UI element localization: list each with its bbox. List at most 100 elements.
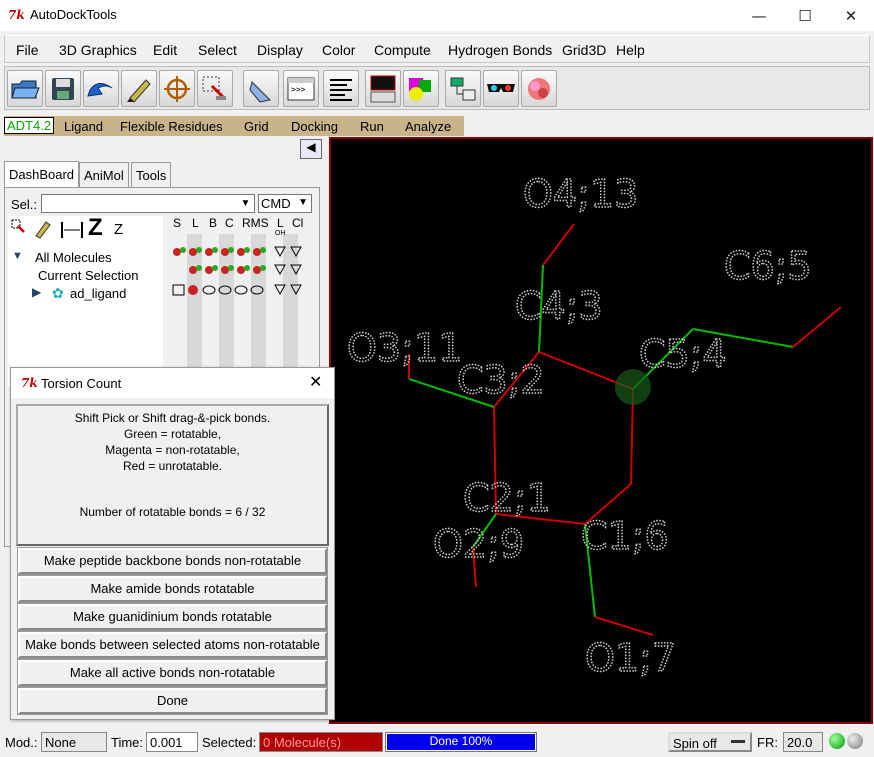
menu-file[interactable]: File xyxy=(16,42,39,58)
python-shell-icon[interactable]: >>> xyxy=(283,70,319,107)
done-button[interactable]: Done xyxy=(17,687,328,715)
chevron-down-icon[interactable]: ▼ xyxy=(237,195,254,212)
bond-o1-h[interactable] xyxy=(594,616,654,636)
dropdown-indicator-icon xyxy=(731,740,745,743)
dialog-title: Torsion Count xyxy=(41,376,122,391)
collapse-panel-icon[interactable]: ◀ xyxy=(300,139,322,159)
tab-analyze[interactable]: Analyze xyxy=(405,119,451,134)
fr-label: FR: xyxy=(757,735,778,750)
3d-viewer[interactable]: O4;13 C6;5 C4;3 O3;11 C5;4 C3;2 C2;1 O2;… xyxy=(329,137,873,724)
col-header-cl[interactable]: Cl xyxy=(292,216,303,230)
col-header-b[interactable]: B xyxy=(209,216,217,230)
dialog-close-button[interactable]: ✕ xyxy=(309,372,322,391)
tab-animol[interactable]: AniMol xyxy=(79,162,129,188)
expand-arrow-icon[interactable]: ▼ xyxy=(12,250,23,262)
green-status-light-icon[interactable] xyxy=(829,733,845,749)
col-header-c[interactable]: C xyxy=(225,216,234,230)
menu-grid3d[interactable]: Grid3D xyxy=(562,42,606,58)
close-button[interactable]: ✕ xyxy=(828,0,874,31)
tab-grid[interactable]: Grid xyxy=(244,119,269,134)
molecule-tree: Z Z ▼ All Molecules Current Selection ▶ … xyxy=(8,214,163,386)
guanidinium-bonds-button[interactable]: Make guanidinium bonds rotatable xyxy=(17,603,328,631)
atom-label-o2: O2;9 xyxy=(433,522,524,566)
time-label: Time: xyxy=(111,735,144,750)
molecule-view: O4;13 C6;5 C4;3 O3;11 C5;4 C3;2 C2;1 O2;… xyxy=(346,171,842,681)
cmd-label: CMD xyxy=(261,196,291,211)
amide-bonds-button[interactable]: Make amide bonds rotatable xyxy=(17,575,328,603)
tree-current-selection[interactable]: Current Selection xyxy=(38,268,138,283)
progress-text: Done 100% xyxy=(429,734,493,748)
menu-hydrogen-bonds[interactable]: Hydrogen Bonds xyxy=(448,42,552,58)
atom-label-o3: O3;11 xyxy=(347,326,462,370)
z-small-label[interactable]: Z xyxy=(114,221,123,238)
menu-display[interactable]: Display xyxy=(257,42,303,58)
fr-field: 20.0 xyxy=(783,732,823,752)
menu-select[interactable]: Select xyxy=(198,42,237,58)
menu-edit[interactable]: Edit xyxy=(153,42,177,58)
atom-label-c4: C4;3 xyxy=(515,284,603,328)
save-icon[interactable] xyxy=(45,70,81,107)
tab-docking[interactable]: Docking xyxy=(291,119,338,134)
tree-all-molecules[interactable]: All Molecules xyxy=(35,250,112,265)
menu-help[interactable]: Help xyxy=(616,42,645,58)
atom-label-o4: O4;13 xyxy=(523,172,638,216)
rotatable-count: Number of rotatable bonds = 6 / 32 xyxy=(79,505,266,519)
hand-icon[interactable] xyxy=(243,70,279,107)
cpk-shapes-icon[interactable] xyxy=(403,70,439,107)
menu-compute[interactable]: Compute xyxy=(374,42,431,58)
col-header-l2[interactable]: L xyxy=(277,216,284,230)
col-header-l[interactable]: L xyxy=(192,216,199,230)
cloud-surface-icon[interactable] xyxy=(521,70,557,107)
tk-logo-icon: 7k xyxy=(8,8,25,22)
info-line: Green = rotatable, xyxy=(123,427,222,441)
torsion-count-dialog: 7k Torsion Count ✕ Shift Pick or Shift d… xyxy=(10,367,335,720)
tab-adt42[interactable]: ADT4.2 xyxy=(4,117,55,134)
atom-label-c5: C5;4 xyxy=(639,332,727,376)
molecule-icon: ✿ xyxy=(52,285,64,301)
undo-icon[interactable] xyxy=(83,70,119,107)
bond-c6-o6[interactable] xyxy=(792,306,842,348)
spin-dropdown[interactable]: Spin off xyxy=(668,732,752,752)
tab-ligand[interactable]: Ligand xyxy=(64,119,103,134)
stereo-glasses-icon[interactable] xyxy=(483,70,519,107)
minimize-button[interactable]: — xyxy=(736,0,782,31)
collapse-arrow-icon[interactable]: ▶ xyxy=(32,285,41,299)
col-header-s[interactable]: S xyxy=(173,216,181,230)
dashboard-columns: S L B C RMS L Cl OH xyxy=(165,216,305,386)
tab-tools[interactable]: Tools xyxy=(131,162,172,188)
z-big-label[interactable]: Z xyxy=(88,214,103,242)
selected-field: 0 Molecule(s) xyxy=(259,732,383,752)
gray-status-light-icon[interactable] xyxy=(847,733,863,749)
tab-run[interactable]: Run xyxy=(360,119,384,134)
tk-logo-icon: 7k xyxy=(21,376,38,390)
pencil-icon[interactable] xyxy=(121,70,157,107)
atom-label-c3: C3;2 xyxy=(457,358,545,402)
title-bar: 7k AutoDockTools — ☐ ✕ xyxy=(0,0,874,31)
tab-dashboard[interactable]: DashBoard xyxy=(4,161,80,188)
selected-label: Selected: xyxy=(202,735,257,750)
monitor-icon[interactable] xyxy=(365,70,401,107)
open-file-icon[interactable] xyxy=(7,70,43,107)
text-lines-icon[interactable] xyxy=(323,70,359,107)
grid-table-icon[interactable] xyxy=(445,70,481,107)
col-header-rms[interactable]: RMS xyxy=(242,216,269,230)
selected-atoms-bonds-button[interactable]: Make bonds between selected atoms non-ro… xyxy=(17,631,328,659)
chevron-down-icon[interactable]: ▼ xyxy=(298,197,308,208)
col-subheader-oh: OH xyxy=(275,230,286,237)
peptide-backbone-button[interactable]: Make peptide backbone bonds non-rotatabl… xyxy=(17,547,328,575)
crosshair-icon[interactable] xyxy=(159,70,195,107)
pick-select-icon[interactable] xyxy=(197,70,233,107)
bond-o4-c4[interactable] xyxy=(542,223,575,266)
torsion-info-box: Shift Pick or Shift drag-&-pick bonds. G… xyxy=(16,404,329,546)
tree-ad-ligand[interactable]: ad_ligand xyxy=(70,286,126,301)
spin-value: Spin off xyxy=(673,736,717,751)
cmd-dropdown[interactable]: CMD ▼ xyxy=(258,194,312,213)
menu-3d-graphics[interactable]: 3D Graphics xyxy=(59,42,137,58)
selection-input[interactable] xyxy=(41,194,255,213)
all-active-bonds-button[interactable]: Make all active bonds non-rotatable xyxy=(17,659,328,687)
tab-flexible-residues[interactable]: Flexible Residues xyxy=(120,119,223,134)
svg-text:>>>: >>> xyxy=(291,85,306,94)
menu-bar: File 3D Graphics Edit Select Display Col… xyxy=(4,35,870,63)
maximize-button[interactable]: ☐ xyxy=(782,0,828,31)
menu-color[interactable]: Color xyxy=(322,42,355,58)
